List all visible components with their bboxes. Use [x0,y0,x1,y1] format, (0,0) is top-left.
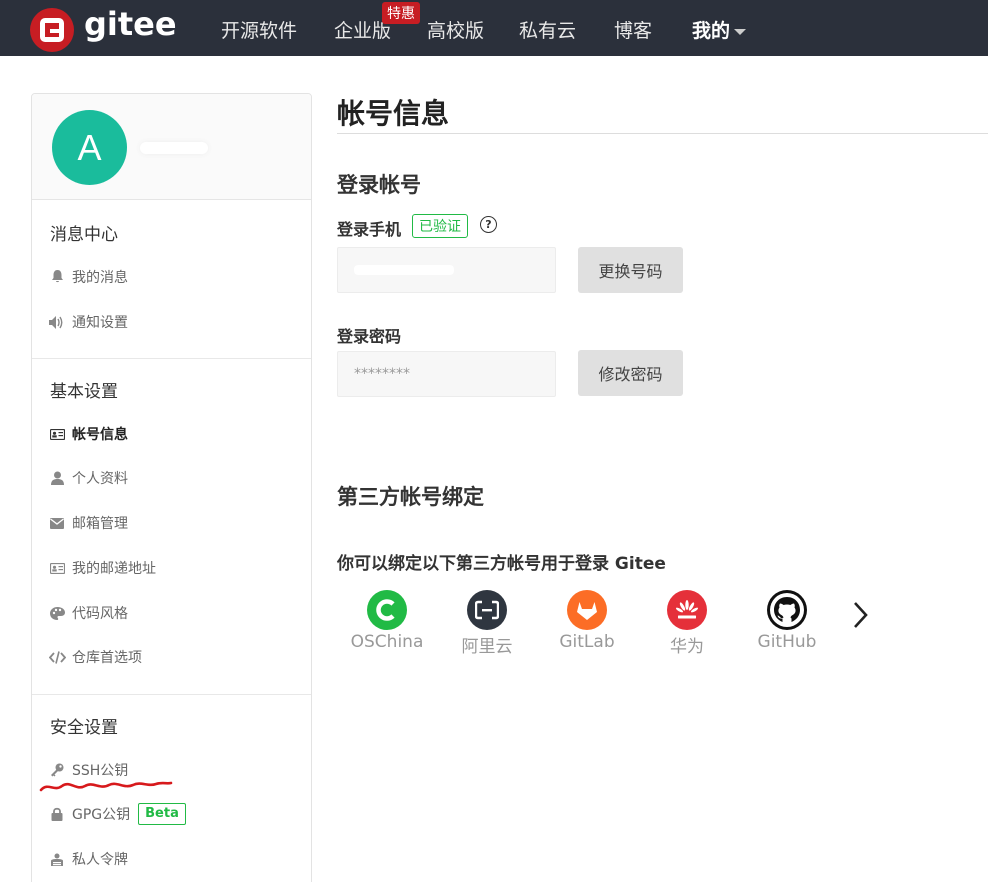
palette-icon [48,606,66,620]
red-underline-annotation [39,781,173,792]
phone-field [337,247,556,293]
provider-label: GitHub [757,632,817,652]
aliyun-icon [467,590,507,630]
logo-text[interactable]: gitee [84,5,177,43]
sidebar-item-label: GPG公钥 [72,807,131,823]
username-redacted [140,142,208,154]
oschina-icon [367,590,407,630]
nav-me-dropdown[interactable]: 我的 [692,16,747,43]
sidebar-item-label: 仓库首选项 [72,650,142,666]
provider-label: 华为 [670,637,704,657]
nav-blog[interactable]: 博客 [614,16,652,43]
nav-education[interactable]: 高校版 [427,16,484,43]
group-title-security-settings: 安全设置 [50,718,118,738]
provider-huawei[interactable]: 华为 [637,590,737,657]
speaker-icon [48,315,66,329]
change-password-button[interactable]: 修改密码 [578,350,683,396]
bind-subtitle: 你可以绑定以下第三方帐号用于登录 Gitee [337,554,666,574]
provider-github[interactable]: GitHub [737,590,837,652]
chevron-down-icon [734,28,747,35]
sidebar-item-code-style[interactable]: 代码风格 [48,600,128,626]
provider-label: OSChina [350,632,424,652]
sidebar-item-profile[interactable]: 个人资料 [48,465,128,491]
sidebar-item-label: 通知设置 [72,315,128,331]
github-icon [767,590,807,630]
key-icon [48,763,66,777]
sidebar-item-label: 代码风格 [72,606,128,622]
envelope-icon [48,517,66,529]
provider-gitlab[interactable]: GitLab [537,590,637,652]
phone-label: 登录手机 [337,220,402,239]
user-icon [48,471,66,485]
sidebar-item-label: 我的消息 [72,270,128,286]
provider-oschina[interactable]: OSChina [337,590,437,652]
sidebar-item-label: 邮箱管理 [72,516,128,532]
provider-label: GitLab [559,632,615,652]
sidebar-item-account-info[interactable]: 帐号信息 [48,421,128,447]
top-navbar: gitee 开源软件 企业版 特惠 高校版 私有云 博客 我的 [0,0,988,56]
sidebar-profile-header: A [32,94,311,200]
sidebar-item-mailing-address[interactable]: 我的邮递地址 [48,555,156,581]
lock-icon [48,807,66,821]
sidebar-divider [32,358,311,359]
promo-badge: 特惠 [382,2,420,24]
huawei-icon [667,590,707,630]
sidebar-item-my-messages[interactable]: 我的消息 [48,264,128,290]
gitlab-icon [567,590,607,630]
sidebar-item-label: SSH公钥 [72,763,129,779]
address-card-icon [48,562,66,574]
id-card-icon [48,428,66,440]
gitee-logo-icon[interactable] [30,8,74,52]
code-icon [48,650,66,664]
page-title: 帐号信息 [337,97,450,130]
settings-sidebar: A 消息中心 我的消息 通知设置 基本设置 帐号信息 个人资料 邮箱管理 我的邮… [31,93,312,882]
password-label: 登录密码 [337,327,402,346]
login-section-title: 登录帐号 [337,173,421,197]
sidebar-item-notification-settings[interactable]: 通知设置 [48,309,128,335]
sidebar-item-gpg-keys[interactable]: GPG公钥 Beta [48,801,186,827]
sidebar-item-label: 我的邮递地址 [72,561,156,577]
beta-badge: Beta [138,803,186,825]
help-icon[interactable]: ? [480,216,497,233]
sidebar-item-label: 个人资料 [72,471,128,487]
sidebar-item-label: 帐号信息 [72,427,128,443]
bind-section-title: 第三方帐号绑定 [337,485,484,509]
provider-label: 阿里云 [461,637,513,657]
bell-icon [48,270,66,284]
sidebar-item-repo-preferences[interactable]: 仓库首选项 [48,644,142,670]
chevron-right-icon[interactable] [850,600,870,630]
title-divider [337,133,988,134]
change-phone-button[interactable]: 更换号码 [578,247,683,293]
token-icon [48,853,66,866]
nav-me-label: 我的 [692,20,731,42]
sidebar-item-private-tokens[interactable]: 私人令牌 [48,846,128,872]
group-title-basic-settings: 基本设置 [50,382,118,402]
nav-private-cloud[interactable]: 私有云 [519,16,576,43]
group-title-message-center: 消息中心 [50,225,118,245]
avatar[interactable]: A [52,110,127,185]
sidebar-divider [32,694,311,695]
phone-redacted [354,265,454,275]
nav-open-source[interactable]: 开源软件 [221,16,297,43]
sidebar-item-email-management[interactable]: 邮箱管理 [48,510,128,536]
password-field: ******** [337,351,556,397]
provider-aliyun[interactable]: 阿里云 [437,590,537,657]
sidebar-item-label: 私人令牌 [72,852,128,868]
verified-badge: 已验证 [412,214,468,238]
